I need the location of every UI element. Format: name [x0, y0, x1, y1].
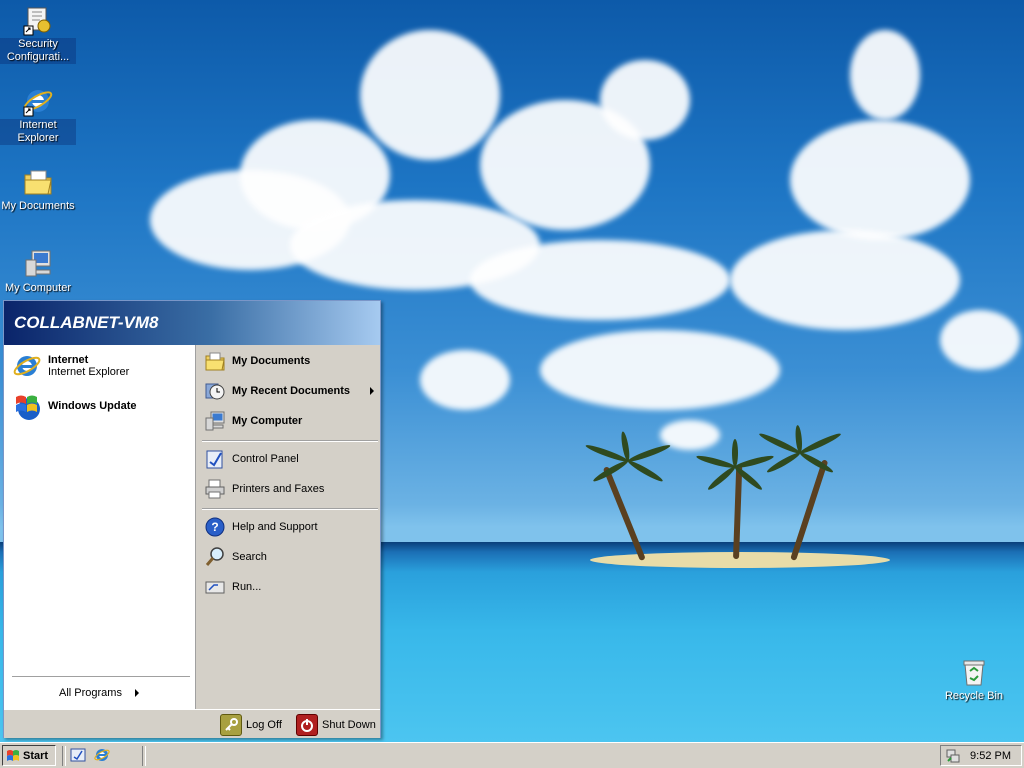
show-desktop-icon[interactable]	[70, 747, 86, 763]
desktop-icon-internet-explorer[interactable]: Internet Explorer	[0, 85, 76, 145]
pinned-internet[interactable]: Internet Internet Explorer	[12, 349, 129, 383]
system-tray: 9:52 PM	[940, 745, 1022, 766]
start-menu: COLLABNET-VM8 Internet Internet Explorer…	[3, 300, 381, 738]
menu-item-my-documents[interactable]: My Documents	[204, 348, 378, 374]
desktop-icon-security-config[interactable]: Security Configurati...	[0, 4, 76, 64]
key-icon	[220, 714, 242, 736]
menu-item-run[interactable]: Run...	[204, 574, 378, 600]
svg-text:?: ?	[211, 520, 218, 534]
desktop-icon-my-computer[interactable]: My Computer	[0, 248, 76, 295]
desktop-icon-label: Internet Explorer	[0, 119, 76, 145]
menu-item-label: Help and Support	[232, 521, 318, 533]
all-programs-button[interactable]: All Programs	[4, 687, 194, 705]
clock[interactable]: 9:52 PM	[970, 750, 1011, 762]
shut-down-button[interactable]: Shut Down	[296, 714, 376, 736]
menu-item-label: My Documents	[232, 355, 311, 367]
log-off-button[interactable]: Log Off	[220, 714, 282, 736]
start-button[interactable]: Start	[2, 745, 56, 766]
power-icon	[296, 714, 318, 736]
start-label: Start	[23, 749, 49, 762]
windows-update-icon	[12, 391, 42, 421]
menu-item-label: My Computer	[232, 415, 303, 427]
menu-item-my-computer[interactable]: My Computer	[204, 408, 378, 434]
desktop-icon-label: My Documents	[1, 200, 75, 212]
menu-item-my-recent-documents[interactable]: My Recent Documents	[204, 378, 378, 404]
menu-item-printers-and-faxes[interactable]: Printers and Faxes	[204, 476, 378, 502]
start-menu-footer: Log Off Shut Down	[4, 709, 380, 738]
start-menu-pinned: Internet Internet Explorer Windows Updat…	[4, 345, 196, 709]
internet-explorer-icon[interactable]	[94, 747, 110, 763]
pinned-windows-update[interactable]: Windows Update	[12, 389, 137, 423]
search-icon	[204, 546, 226, 568]
taskbar: Start 9:52 PM	[0, 742, 1024, 768]
island	[590, 552, 890, 568]
separator	[142, 746, 146, 766]
separator	[202, 508, 378, 510]
menu-item-help-and-support[interactable]: ? Help and Support	[204, 514, 378, 540]
desktop-icon-label: My Computer	[4, 282, 72, 294]
log-off-label: Log Off	[246, 719, 282, 731]
computer-icon	[204, 410, 226, 432]
help-icon: ?	[204, 516, 226, 538]
desktop-icon-label: Recycle Bin	[944, 690, 1004, 702]
folder-documents-icon	[204, 350, 226, 372]
menu-item-control-panel[interactable]: Control Panel	[204, 446, 378, 472]
computer-icon	[22, 248, 54, 280]
menu-item-label: My Recent Documents	[232, 385, 350, 397]
desktop-icon-recycle-bin[interactable]: Recycle Bin	[936, 656, 1012, 703]
network-tray-icon[interactable]	[945, 748, 961, 764]
submenu-arrow-icon	[370, 387, 374, 395]
security-config-icon	[22, 4, 54, 36]
printer-icon	[204, 478, 226, 500]
menu-item-label: Control Panel	[232, 453, 299, 465]
recycle-bin-icon	[958, 656, 990, 688]
shut-down-label: Shut Down	[322, 719, 376, 731]
start-menu-header: COLLABNET-VM8	[4, 301, 380, 345]
menu-item-label: Printers and Faxes	[232, 483, 325, 495]
menu-item-search[interactable]: Search	[204, 544, 378, 570]
desktop-icon-label: Security Configurati...	[0, 38, 76, 64]
internet-explorer-icon	[12, 351, 42, 381]
folder-documents-icon	[22, 166, 54, 198]
separator	[12, 676, 190, 678]
user-name: COLLABNET-VM8	[14, 313, 159, 332]
arrow-right-icon	[135, 689, 140, 698]
windows-logo-icon	[6, 749, 20, 762]
control-panel-icon	[204, 448, 226, 470]
menu-item-label: Search	[232, 551, 267, 563]
run-icon	[204, 576, 226, 598]
pinned-subtitle: Internet Explorer	[48, 366, 130, 378]
separator	[62, 746, 66, 766]
desktop-icon-my-documents[interactable]: My Documents	[0, 166, 76, 213]
internet-explorer-icon	[22, 85, 54, 117]
pinned-title: Internet	[48, 354, 89, 366]
recent-documents-icon	[204, 380, 226, 402]
menu-item-label: Run...	[232, 581, 262, 593]
start-menu-places: My Documents My Recent Documents My Comp…	[196, 345, 380, 709]
all-programs-label: All Programs	[58, 687, 122, 699]
pinned-title: Windows Update	[48, 400, 137, 412]
separator	[202, 440, 378, 442]
